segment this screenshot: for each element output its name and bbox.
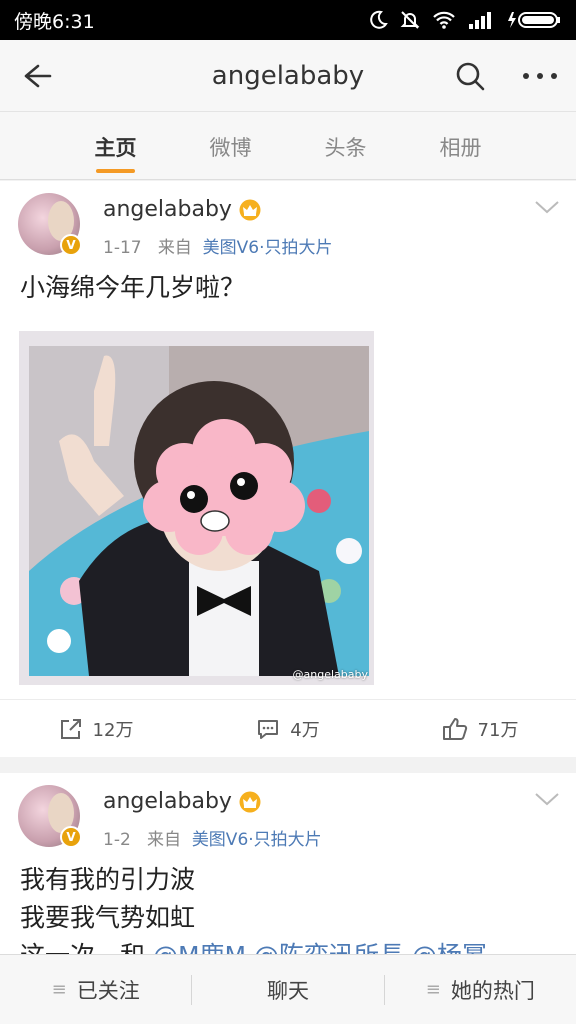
post-image[interactable]: @angelababy [19,331,374,685]
tab-headlines[interactable]: 头条 [288,112,403,179]
post-date: 1-2 [103,830,131,850]
from-label: 来自 [157,238,192,258]
post-photo [19,331,374,685]
post-card: V angelababy 1-2 来自 美图V6·只拍大片 我有我的引力波 我要… [0,773,576,954]
like-button[interactable]: 71万 [384,700,576,757]
post-source[interactable]: 美图V6·只拍大片 [192,830,322,850]
more-icon[interactable] [522,60,558,92]
author-name-text[interactable]: angelababy [103,789,232,814]
mention-link[interactable]: @M鹿M @陈奕迅所長 @杨幂 [153,941,487,954]
top-nav: angelababy [0,40,576,112]
status-bar: 傍晚6:31 [0,0,576,40]
post-header: V angelababy 1-17 来自 美图V6·只拍大片 [0,181,576,269]
post-meta: 1-2 来自 美图V6·只拍大片 [103,825,322,850]
repost-button[interactable]: 12万 [0,700,192,757]
comment-count: 4万 [290,719,320,741]
tab-weibo[interactable]: 微博 [173,112,288,179]
post-date: 1-17 [103,238,142,258]
feed[interactable]: V angelababy 1-17 来自 美图V6·只拍大片 小海绵今年几岁啦？ [0,181,576,954]
post-text-line: 这一次，和 @M鹿M @陈奕迅所長 @杨幂 [20,937,556,954]
chevron-down-icon[interactable] [534,199,560,215]
comment-button[interactable]: 4万 [192,700,384,757]
share-icon [60,718,81,739]
following-label: 已关注 [76,978,140,1003]
crown-icon [239,791,261,812]
menu-icon: ≡ [425,979,441,1000]
post-card: V angelababy 1-17 来自 美图V6·只拍大片 小海绵今年几岁啦？ [0,181,576,757]
from-label: 来自 [147,830,181,850]
author-name-text[interactable]: angelababy [103,197,232,222]
following-button[interactable]: ≡ 已关注 [0,975,191,1005]
post-text: 小海绵今年几岁啦？ [20,273,246,302]
wifi-icon [433,11,455,29]
chat-button[interactable]: 聊天 [191,974,383,1005]
tab-album[interactable]: 相册 [403,112,518,179]
author-name[interactable]: angelababy [103,789,262,814]
signal-icon [469,12,491,29]
post-text: 我有我的引力波 我要我气势如虹 这一次，和 @M鹿M @陈奕迅所長 @杨幂 [0,861,576,954]
bottom-bar: ≡ 已关注 聊天 ≡ 她的热门 [0,954,576,1024]
search-icon[interactable] [454,60,486,92]
post-header: V angelababy 1-2 来自 美图V6·只拍大片 [0,773,576,861]
like-count: 71万 [477,719,519,741]
hot-posts-button[interactable]: ≡ 她的热门 [383,974,576,1005]
battery-icon [508,12,560,28]
hot-posts-label: 她的热门 [450,978,535,1003]
tab-home[interactable]: 主页 [58,112,173,179]
crown-icon [239,199,261,220]
chat-label: 聊天 [266,978,309,1003]
post-source[interactable]: 美图V6·只拍大片 [203,238,333,258]
comment-icon [258,719,279,739]
verified-badge: V [60,234,82,256]
mute-bell-icon [400,11,420,29]
post-text-line: 我有我的引力波 [20,865,196,894]
verified-badge: V [60,826,82,848]
author-name[interactable]: angelababy [103,197,262,222]
post-meta: 1-17 来自 美图V6·只拍大片 [103,233,332,258]
moon-icon [370,10,388,29]
menu-icon: ≡ [51,979,67,1000]
post-text-line: 我要我气势如虹 [20,903,196,932]
thumbs-up-icon [442,717,467,740]
post-actions: 12万 4万 71万 [0,699,576,757]
repost-count: 12万 [92,719,134,741]
post-text-prefix: 这一次，和 [20,941,145,954]
status-time: 傍晚6:31 [14,10,95,33]
profile-tabs: 主页 微博 头条 相册 [0,112,576,180]
back-arrow-icon[interactable] [18,58,54,94]
image-watermark: @angelababy [292,668,368,681]
chevron-down-icon[interactable] [534,791,560,807]
